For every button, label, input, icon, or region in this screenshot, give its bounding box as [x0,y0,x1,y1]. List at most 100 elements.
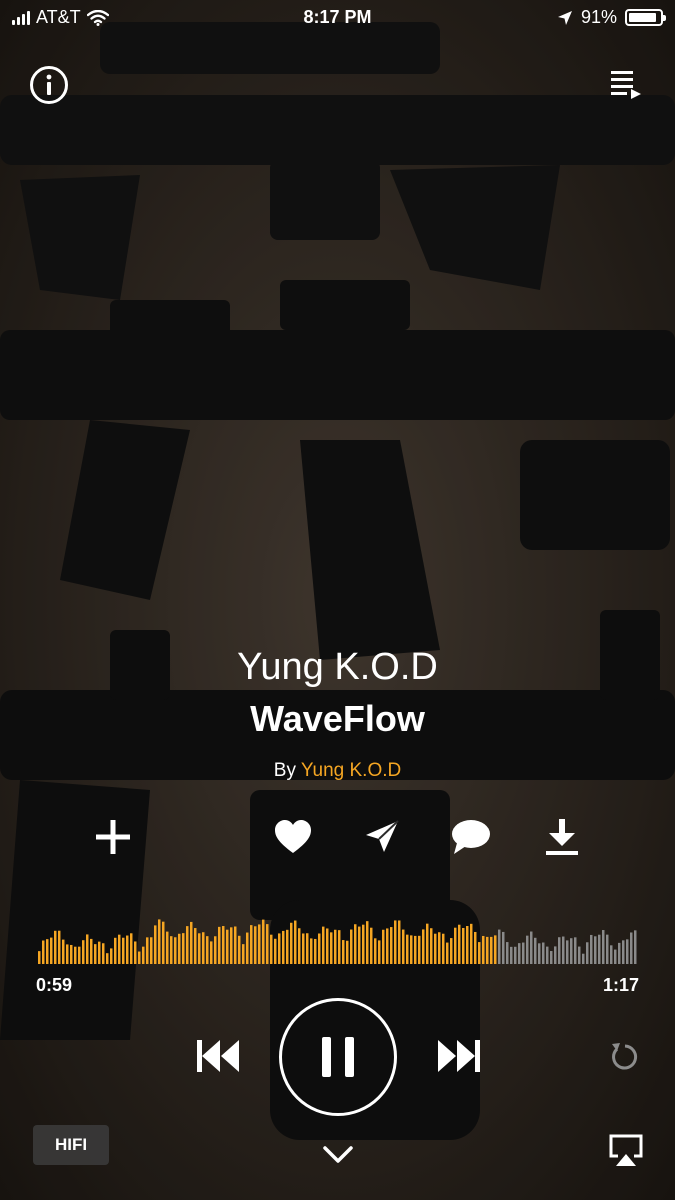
waveform-bar-played [394,920,397,964]
waveform-bar-unplayed [598,934,601,964]
next-button[interactable] [436,1036,482,1076]
waveform-bar-played [206,936,209,964]
waveform-bar-unplayed [610,945,613,964]
repeat-icon [612,1043,638,1070]
waveform-bar-unplayed [542,942,545,964]
add-button[interactable] [91,815,135,859]
waveform-bar-played [102,943,105,964]
waveform-bar-unplayed [578,946,581,964]
waveform-bar-played [366,921,369,964]
waveform-bar-played [414,935,417,964]
waveform-bar-played [462,927,465,964]
waveform-bar-played [158,919,161,964]
waveform-bar-played [350,929,353,964]
waveform-bar-played [50,937,53,964]
waveform-bar-played [54,930,57,964]
queue-button[interactable] [609,68,643,102]
previous-button[interactable] [195,1036,241,1076]
location-arrow-icon [557,10,572,25]
waveform-bar-unplayed [534,937,537,964]
waveform-bar-played [86,934,89,964]
repeat-button[interactable] [608,1040,642,1074]
waveform-bar-played [118,934,121,964]
elapsed-time: 0:59 [36,975,73,995]
waveform-bar-played [438,932,441,964]
waveform-bar-played [258,924,261,964]
waveform-bar-unplayed [622,940,625,964]
waveform-bar-played [250,925,253,964]
waveform-bar-played [254,926,257,964]
waveform-bar-played [218,926,221,964]
favorite-button[interactable] [271,815,315,859]
waveform-bar-played [178,933,181,964]
waveform-bar-unplayed [570,938,573,964]
waveform-bar-played [170,936,173,964]
waveform-bar-played [418,935,421,964]
waveform-bar-played [222,926,225,964]
waveform-bar-played [494,935,497,964]
next-icon [438,1040,480,1072]
waveform-bar-played [194,928,197,964]
waveform-bar-played [242,944,245,964]
waveform-bar-played [342,940,345,964]
airplay-button[interactable] [606,1133,646,1167]
waveform-scrubber[interactable] [38,918,638,964]
collapse-player-button[interactable] [322,1142,354,1166]
previous-icon [197,1040,239,1072]
waveform-bar-unplayed [502,931,505,964]
track-title: WaveFlow [250,698,425,739]
waveform-bar-played [154,925,157,964]
waveform-bar-played [130,933,133,964]
waveform-bar-played [482,935,485,964]
waveform-bar-played [286,929,289,964]
waveform-bar-played [382,929,385,964]
waveform-bar-unplayed [586,942,589,964]
waveform-bar-played [326,928,329,964]
waveform-bar-played [358,926,361,964]
byline-prefix: By [273,760,296,781]
waveform-bar-played [330,932,333,964]
download-icon [546,819,578,855]
waveform-bar-played [186,926,189,964]
waveform-bar-played [122,937,125,964]
waveform-bar-played [262,919,265,964]
waveform-bar-played [486,936,489,964]
waveform-bar-unplayed [606,934,609,964]
waveform-bar-played [234,926,237,964]
waveform-bar-played [238,935,241,964]
waveform-bar-unplayed [566,940,569,964]
waveform-bar-unplayed [546,946,549,964]
download-button[interactable] [540,815,584,859]
waveform-bar-played [406,934,409,964]
waveform-bar-played [166,931,169,964]
waveform-bar-unplayed [634,930,637,964]
waveform-bar-unplayed [626,939,629,964]
pause-icon-bar-left [322,1037,331,1077]
waveform-bar-played [278,933,281,964]
hifi-badge[interactable]: HIFI [33,1125,109,1165]
waveform-bar-played [42,940,45,964]
waveform-bar-played [370,927,373,964]
waveform-bar-unplayed [590,934,593,964]
waveform-bar-played [70,944,73,964]
info-button[interactable] [29,65,69,105]
comment-button[interactable] [449,815,493,859]
waveform-bar-played [314,938,317,964]
byline-artist-link[interactable]: Yung K.O.D [301,760,401,781]
waveform-bar-played [94,944,97,964]
waveform-bar-played [134,941,137,964]
waveform-bar-played [114,937,117,964]
waveform-bar-played [202,932,205,964]
waveform-bar-played [46,939,49,964]
waveform-bar-played [302,933,305,964]
comment-icon [452,820,490,854]
share-button[interactable] [360,815,404,859]
waveform-bar-played [322,926,325,964]
waveform-bar-played [450,938,453,964]
waveform-bar-unplayed [582,953,585,964]
pause-button[interactable] [279,998,397,1116]
action-row [0,815,675,859]
waveform-bar-played [466,926,469,964]
waveform-bar-played [230,927,233,964]
battery-icon [625,9,666,26]
